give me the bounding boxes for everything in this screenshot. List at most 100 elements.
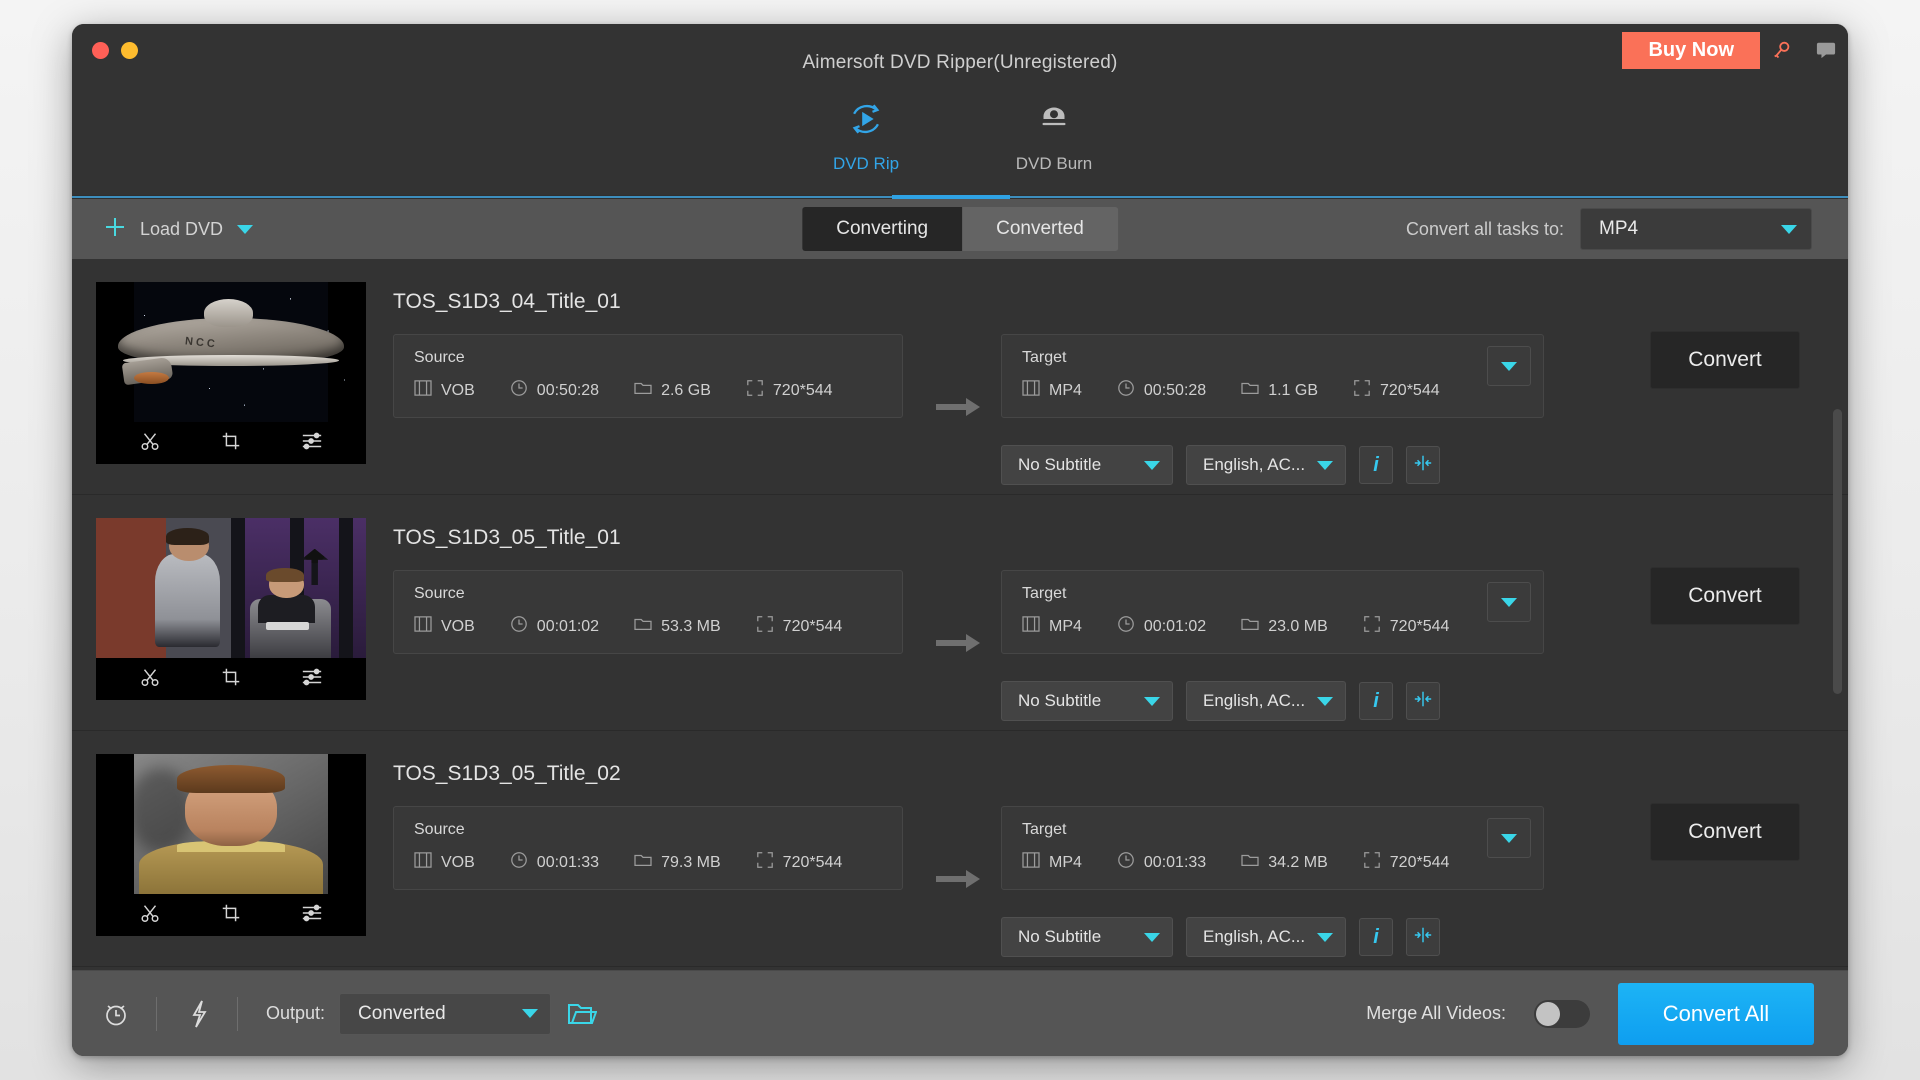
- crop-icon[interactable]: [220, 902, 242, 929]
- folder-icon: [1241, 380, 1259, 401]
- chevron-down-icon: [1144, 697, 1160, 706]
- task-list[interactable]: NCC: [72, 259, 1848, 970]
- table-row[interactable]: TOS_S1D3_05_Title_02 Source VOB 00:01:33…: [72, 731, 1848, 967]
- convert-button[interactable]: Convert: [1650, 567, 1800, 625]
- convert-all-format-select[interactable]: MP4: [1580, 208, 1812, 250]
- key-register-icon[interactable]: [1760, 24, 1804, 76]
- target-format: MP4: [1049, 618, 1082, 636]
- chevron-down-icon: [1501, 834, 1517, 843]
- thumbnail-image: [96, 518, 366, 658]
- convert-all-format-value: MP4: [1599, 218, 1638, 240]
- task-thumbnail[interactable]: [96, 754, 366, 936]
- plus-icon: [104, 216, 126, 243]
- task-thumbnail[interactable]: [96, 518, 366, 700]
- load-dvd-chevron-down-icon[interactable]: [237, 225, 253, 234]
- folder-icon: [634, 380, 652, 401]
- audio-select[interactable]: English, AC...: [1186, 445, 1346, 485]
- resolution-icon: [746, 379, 764, 402]
- header-actions: Buy Now: [1622, 24, 1848, 76]
- merge-split-icon: [1413, 454, 1433, 477]
- open-folder-icon[interactable]: [567, 1001, 597, 1027]
- bottom-bar: Output: Converted Merge All Videos: Conv…: [72, 970, 1848, 1056]
- table-row[interactable]: TOS_S1D3_05_Title_01 Source VOB 00:01:02…: [72, 495, 1848, 731]
- load-dvd-button[interactable]: Load DVD: [104, 216, 253, 243]
- output-folder-select[interactable]: Converted: [339, 993, 551, 1035]
- buy-now-button[interactable]: Buy Now: [1622, 32, 1760, 69]
- target-resolution: 720*544: [1390, 618, 1450, 636]
- subtitle-select[interactable]: No Subtitle: [1001, 917, 1173, 957]
- chevron-down-icon: [1501, 598, 1517, 607]
- merge-split-icon: [1413, 926, 1433, 949]
- film-icon: [1022, 380, 1040, 401]
- source-label: Source: [414, 585, 882, 603]
- feedback-chat-icon[interactable]: [1804, 24, 1848, 76]
- subtitle-value: No Subtitle: [1018, 927, 1101, 947]
- target-panel: Target MP4 00:01:33 34.2 MB 720*544: [1001, 806, 1544, 890]
- effects-sliders-icon[interactable]: [301, 430, 323, 457]
- target-settings-button[interactable]: [1487, 818, 1531, 858]
- window-header: Aimersoft DVD Ripper(Unregistered) Buy N…: [72, 24, 1848, 199]
- source-panel: Source VOB 00:01:02 53.3 MB 720*544: [393, 570, 903, 654]
- merge-split-button[interactable]: [1406, 446, 1440, 484]
- tab-converting[interactable]: Converting: [802, 207, 962, 251]
- source-duration: 00:01:02: [537, 618, 599, 636]
- merge-all-videos-toggle[interactable]: [1534, 1000, 1590, 1028]
- chevron-down-icon: [522, 1009, 538, 1018]
- resolution-icon: [1353, 379, 1371, 402]
- convert-all-button[interactable]: Convert All: [1618, 983, 1814, 1045]
- folder-icon: [634, 616, 652, 637]
- clock-icon: [510, 851, 528, 874]
- clock-icon: [510, 379, 528, 402]
- target-settings-button[interactable]: [1487, 346, 1531, 386]
- task-thumbnail[interactable]: NCC: [96, 282, 366, 464]
- crop-icon[interactable]: [220, 666, 242, 693]
- divider: [237, 997, 238, 1031]
- audio-value: English, AC...: [1203, 455, 1305, 475]
- merge-split-button[interactable]: [1406, 682, 1440, 720]
- thumbnail-image: [96, 754, 366, 894]
- nav-label-dvd-burn: DVD Burn: [1016, 154, 1093, 174]
- audio-select[interactable]: English, AC...: [1186, 917, 1346, 957]
- merge-split-button[interactable]: [1406, 918, 1440, 956]
- trim-scissors-icon[interactable]: [139, 666, 161, 693]
- info-button[interactable]: i: [1359, 918, 1393, 956]
- source-size: 53.3 MB: [661, 618, 721, 636]
- track-controls: No Subtitle English, AC... i: [1001, 445, 1440, 485]
- tab-converted[interactable]: Converted: [962, 207, 1118, 251]
- convert-button[interactable]: Convert: [1650, 803, 1800, 861]
- trim-scissors-icon[interactable]: [139, 902, 161, 929]
- target-size: 1.1 GB: [1268, 382, 1318, 400]
- film-icon: [1022, 852, 1040, 873]
- lightning-bolt-icon[interactable]: [187, 999, 211, 1029]
- target-label: Target: [1022, 585, 1523, 603]
- toggle-knob: [1536, 1002, 1560, 1026]
- table-row[interactable]: NCC: [72, 259, 1848, 495]
- effects-sliders-icon[interactable]: [301, 902, 323, 929]
- target-label: Target: [1022, 349, 1523, 367]
- audio-select[interactable]: English, AC...: [1186, 681, 1346, 721]
- target-settings-button[interactable]: [1487, 582, 1531, 622]
- nav-label-dvd-rip: DVD Rip: [833, 154, 899, 174]
- trim-scissors-icon[interactable]: [139, 430, 161, 457]
- alarm-clock-icon[interactable]: [102, 1000, 130, 1028]
- effects-sliders-icon[interactable]: [301, 666, 323, 693]
- nav-item-dvd-rip[interactable]: DVD Rip: [811, 98, 921, 174]
- subtitle-select[interactable]: No Subtitle: [1001, 681, 1173, 721]
- crop-icon[interactable]: [220, 430, 242, 457]
- info-button[interactable]: i: [1359, 446, 1393, 484]
- convert-all-format-group: Convert all tasks to: MP4: [1406, 208, 1812, 250]
- task-details: TOS_S1D3_05_Title_01 Source VOB 00:01:02…: [366, 518, 1848, 550]
- target-label: Target: [1022, 821, 1523, 839]
- info-button[interactable]: i: [1359, 682, 1393, 720]
- vertical-scrollbar[interactable]: [1833, 409, 1842, 694]
- convert-all-to-label: Convert all tasks to:: [1406, 219, 1564, 240]
- source-label: Source: [414, 349, 882, 367]
- track-controls: No Subtitle English, AC... i: [1001, 681, 1440, 721]
- source-duration: 00:50:28: [537, 382, 599, 400]
- thumbnail-tools: [96, 894, 366, 936]
- subtitle-value: No Subtitle: [1018, 691, 1101, 711]
- subtitle-select[interactable]: No Subtitle: [1001, 445, 1173, 485]
- convert-button[interactable]: Convert: [1650, 331, 1800, 389]
- nav-item-dvd-burn[interactable]: DVD Burn: [999, 98, 1109, 174]
- output-folder-value: Converted: [358, 1003, 446, 1025]
